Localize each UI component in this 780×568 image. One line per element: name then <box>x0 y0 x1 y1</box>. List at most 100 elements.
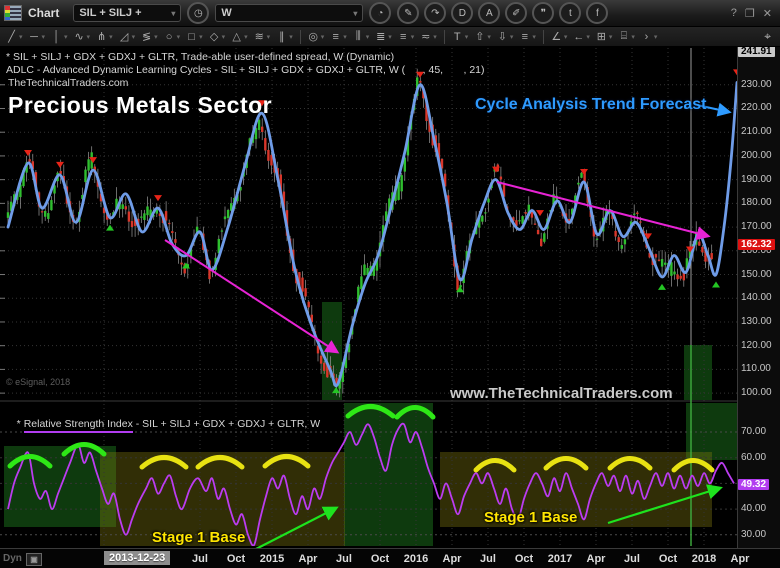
time-tick-label: Apr <box>587 553 606 565</box>
interval-clock-icon[interactable]: ◔ <box>369 2 391 24</box>
ranges-tool[interactable]: ≂▾ <box>417 28 440 46</box>
horizontal-line-tool[interactable]: ─▾ <box>26 28 49 46</box>
chevron-down-icon: ▾ <box>631 33 635 41</box>
chevron-down-icon: ▾ <box>411 33 415 41</box>
vertical-line-tool[interactable]: │▾ <box>48 28 71 46</box>
price-tick-label: 180.00 <box>741 197 772 208</box>
triangle-tool[interactable]: △▾ <box>228 28 251 46</box>
alerts-icon[interactable]: A <box>478 2 500 24</box>
chart-header-study: ADLC - Advanced Dynamic Learning Cycles … <box>6 64 485 76</box>
chevron-down-icon: ▾ <box>366 33 370 41</box>
time-tick-label: 2015 <box>260 553 284 565</box>
cycle-lines-tool[interactable]: ◎▾ <box>305 28 328 46</box>
text-tool[interactable]: T▾ <box>449 28 472 46</box>
interval-input[interactable]: W▾ <box>215 4 363 22</box>
redo-icon[interactable]: ↷ <box>424 2 446 24</box>
drawing-toolbar: ╱▾─▾│▾∿▾⋔▾◿▾≶▾○▾□▾◇▾△▾≋▾∥▾◎▾≡▾⫼▾≣▾≡▾≂▾T▾… <box>0 27 780 47</box>
rsi-tick-label: 70.00 <box>741 426 766 437</box>
rsi-tick-label: 60.00 <box>741 452 766 463</box>
time-tick-label: 2018 <box>692 553 716 565</box>
dyn-mode-label: Dyn <box>3 553 22 564</box>
extend-left-tool[interactable]: ←▾ <box>570 28 593 46</box>
rsi-header-underlined: Relative Strength Index <box>24 418 133 433</box>
channel-tool[interactable]: ∥▾ <box>273 28 296 46</box>
chat-icon[interactable]: ❞ <box>532 2 554 24</box>
more-tools[interactable]: ›▾ <box>638 28 661 46</box>
time-tick-label: Jul <box>480 553 496 565</box>
zones-tool[interactable]: ≡▾ <box>395 28 418 46</box>
chevron-down-icon: ▾ <box>609 33 613 41</box>
mob-tool[interactable]: ⌸▾ <box>615 28 638 46</box>
draw-icon[interactable]: ✎ <box>397 2 419 24</box>
help-button[interactable]: ? <box>731 7 737 20</box>
time-axis[interactable]: Dyn ▣ 2013-12-23 JulOct2015AprJulOct2016… <box>0 548 780 568</box>
toolbar-separator <box>543 30 544 44</box>
pitchfork-tool[interactable]: ⋔▾ <box>93 28 116 46</box>
time-tick-label: 2017 <box>548 553 572 565</box>
chart-big-title: Precious Metals Sector <box>8 92 272 119</box>
main-green-band-right <box>684 345 712 400</box>
time-tick-label: Jul <box>336 553 352 565</box>
watermark-text: www.TheTechnicalTraders.com <box>450 385 673 402</box>
price-tick-label: 100.00 <box>741 387 772 398</box>
stage1-base-label-1: Stage 1 Base <box>152 529 245 546</box>
chevron-down-icon: ▾ <box>267 33 271 41</box>
details-icon[interactable]: D <box>451 2 473 24</box>
fib-extension-tool[interactable]: ≡▾ <box>327 28 350 46</box>
chevron-down-icon: ▾ <box>177 33 181 41</box>
price-high-label: 241.91 <box>738 46 775 57</box>
stage1-base-label-2: Stage 1 Base <box>484 509 577 526</box>
facebook-icon[interactable]: f <box>586 2 608 24</box>
fibonacci-tool[interactable]: ≶▾ <box>138 28 161 46</box>
restore-button[interactable]: ❐ <box>745 7 755 20</box>
symbol-input[interactable]: SIL + SILJ +▾ <box>73 4 181 22</box>
rectangle-tool[interactable]: □▾ <box>183 28 206 46</box>
close-button[interactable]: ✕ <box>763 7 772 20</box>
chevron-down-icon: ▾ <box>222 33 226 41</box>
time-tick-label: Apr <box>731 553 750 565</box>
start-date-box[interactable]: 2013-12-23 <box>104 551 170 565</box>
chevron-down-icon: ▾ <box>654 33 658 41</box>
price-tick-label: 140.00 <box>741 292 772 303</box>
levels-tool[interactable]: ≣▾ <box>372 28 395 46</box>
note-tool[interactable]: ≡▾ <box>516 28 539 46</box>
pointer-tool[interactable]: ⌖ <box>764 29 777 44</box>
rsi-tick-label: 30.00 <box>741 529 766 540</box>
chevron-down-icon: ▾ <box>532 33 536 41</box>
price-tick-label: 120.00 <box>741 340 772 351</box>
price-tick-label: 150.00 <box>741 269 772 280</box>
time-tick-label: Oct <box>227 553 245 565</box>
twitter-icon[interactable]: t <box>559 2 581 24</box>
price-tick-label: 200.00 <box>741 150 772 161</box>
ellipse-tool[interactable]: ○▾ <box>161 28 184 46</box>
chevron-down-icon: ▾ <box>321 33 325 41</box>
grid-tool[interactable]: ⊞▾ <box>593 28 616 46</box>
zigzag-tool[interactable]: ∿▾ <box>71 28 94 46</box>
time-template-icon[interactable]: ▣ <box>26 553 42 566</box>
angle-tool[interactable]: ∠▾ <box>548 28 571 46</box>
price-axis[interactable]: 230.00220.00210.00200.00190.00180.00170.… <box>737 47 780 548</box>
band-tool[interactable]: ≋▾ <box>251 28 274 46</box>
price-tick-label: 220.00 <box>741 102 772 113</box>
price-tick-label: 110.00 <box>741 363 771 374</box>
annotate-icon[interactable]: ✐ <box>505 2 527 24</box>
fib-time-tool[interactable]: ⫼▾ <box>350 28 373 46</box>
trendline-tool[interactable]: ╱▾ <box>3 28 26 46</box>
chevron-down-icon: ▾ <box>289 33 293 41</box>
price-tick-label: 130.00 <box>741 316 772 327</box>
time-tick-label: Oct <box>371 553 389 565</box>
window-title: Chart <box>28 6 59 20</box>
price-tick-label: 210.00 <box>741 126 772 137</box>
arrow-up-tool[interactable]: ⇧▾ <box>471 28 494 46</box>
esignal-copyright: © eSignal, 2018 <box>6 377 70 387</box>
price-tick-label: 190.00 <box>741 174 772 185</box>
chevron-down-icon: ▾ <box>87 33 91 41</box>
arrow-down-tool[interactable]: ⇩▾ <box>494 28 517 46</box>
chevron-down-icon: ▾ <box>64 33 68 41</box>
window-titlebar: Chart SIL + SILJ +▾ ◷ W▾ ◔ ✎↷DA✐❞tf ? ❐ ✕ <box>0 0 780 27</box>
gann-fan-tool[interactable]: ◿▾ <box>116 28 139 46</box>
polygon-tool[interactable]: ◇▾ <box>206 28 229 46</box>
chevron-down-icon: ▾ <box>564 33 568 41</box>
symbol-search-icon[interactable]: ◷ <box>187 2 209 24</box>
time-tick-label: Oct <box>659 553 677 565</box>
